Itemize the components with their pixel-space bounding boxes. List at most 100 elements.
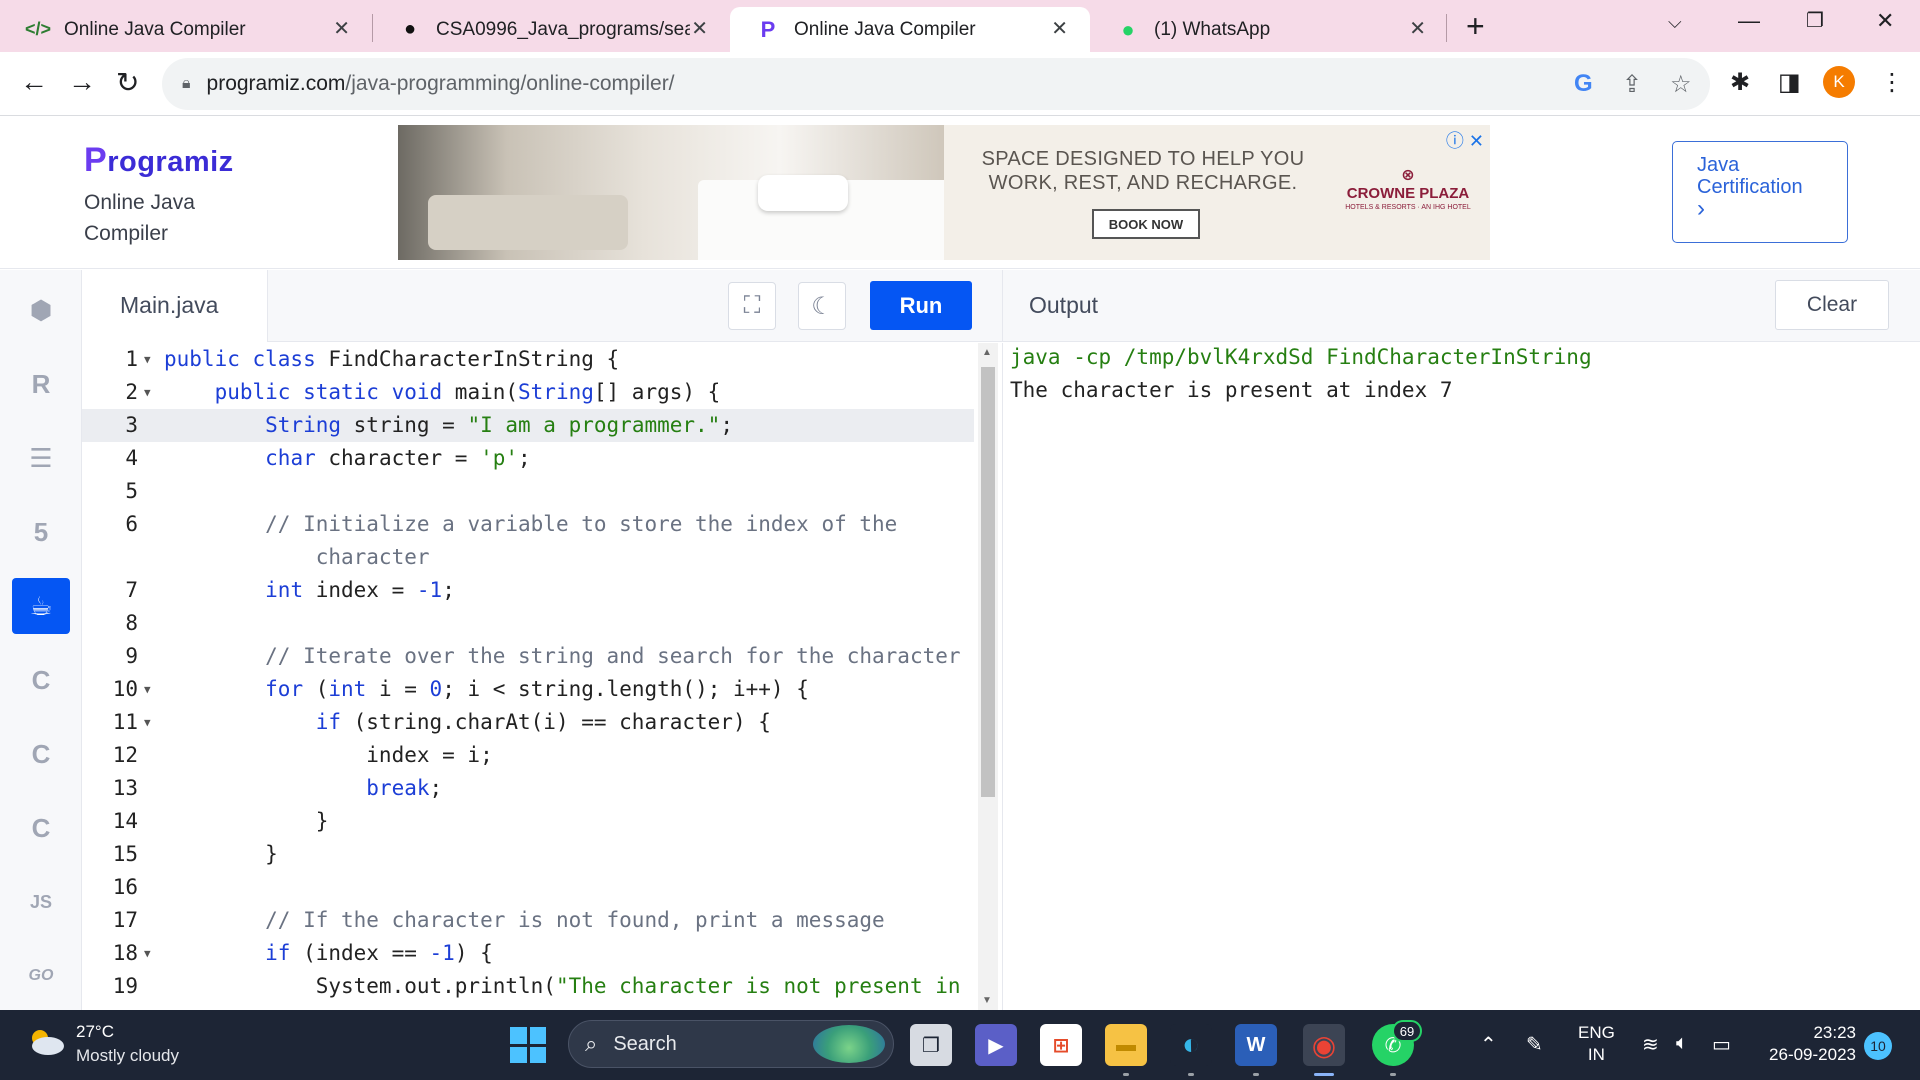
- reload-icon[interactable]: ↻: [116, 66, 139, 99]
- chrome-icon[interactable]: ◉: [1303, 1024, 1345, 1076]
- ad-brand-mark-icon: ⊗: [1401, 167, 1415, 184]
- browser-toolbar: ← → ↻ 🔒︎ programiz.com/java-programming/…: [0, 52, 1920, 116]
- battery-icon[interactable]: ▭: [1712, 1032, 1731, 1057]
- advertisement-banner[interactable]: SPACE DESIGNED TO HELP YOU WORK, REST, A…: [398, 125, 1490, 260]
- code-line-active: 3 String string = "I am a programmer.";: [82, 409, 974, 442]
- programiz-logo[interactable]: Programiz: [84, 141, 234, 180]
- new-tab-icon[interactable]: +: [1466, 8, 1485, 45]
- code-line: 4 char character = 'p';: [125, 446, 531, 470]
- side-panel-icon[interactable]: ◨: [1778, 68, 1801, 97]
- ad-pillow: [758, 175, 848, 211]
- forward-arrow-icon[interactable]: →: [68, 66, 96, 98]
- code-line: 1 ▼ public class FindCharacterInString {: [125, 347, 620, 371]
- system-clock[interactable]: 23:23 26-09-2023: [1760, 1022, 1856, 1066]
- tab-title: (1) WhatsApp: [1154, 18, 1271, 40]
- tab-search-chevron-icon[interactable]: ⌵: [1668, 12, 1682, 33]
- code-line: 19 System.out.println("The character is …: [112, 974, 961, 998]
- search-icon: ⌕: [585, 1031, 598, 1056]
- menu-kebab-icon[interactable]: ⋮: [1880, 68, 1904, 97]
- close-tab-icon[interactable]: ✕: [1409, 16, 1426, 41]
- wifi-icon[interactable]: ≋: [1642, 1032, 1659, 1057]
- output-result: The character is present at index 7: [1010, 378, 1453, 402]
- notification-count-badge[interactable]: 10: [1864, 1032, 1892, 1060]
- taskbar-search[interactable]: ⌕ Search: [568, 1020, 894, 1068]
- back-arrow-icon[interactable]: ←: [20, 66, 48, 98]
- share-icon[interactable]: ⇪: [1622, 70, 1642, 99]
- show-hidden-icons-chevron-icon[interactable]: ⌃: [1480, 1032, 1497, 1057]
- code-line: 8: [125, 611, 138, 635]
- ad-book-now-button[interactable]: BOOK NOW: [1092, 209, 1200, 239]
- cloudy-weather-icon[interactable]: [26, 1026, 66, 1056]
- teams-chat-icon[interactable]: ▶: [975, 1024, 1017, 1066]
- tab-whatsapp[interactable]: ● (1) WhatsApp ✕: [1090, 7, 1448, 52]
- ad-info-close-icon[interactable]: ⓘ ✕: [1446, 127, 1484, 153]
- editor-scrollbar[interactable]: ▲ ▼: [978, 343, 998, 1010]
- output-header: Output Clear: [1002, 270, 1920, 342]
- input-language-indicator[interactable]: ENG IN: [1578, 1022, 1615, 1066]
- close-tab-icon[interactable]: ✕: [333, 16, 350, 41]
- csharp-icon[interactable]: C: [12, 800, 70, 856]
- volume-icon[interactable]: 🔈︎: [1676, 1032, 1688, 1055]
- extensions-puzzle-icon[interactable]: ✱: [1730, 68, 1750, 97]
- close-tab-icon[interactable]: ✕: [691, 16, 708, 41]
- word-icon[interactable]: W: [1235, 1024, 1277, 1076]
- code-line: 7 int index = -1;: [125, 578, 455, 602]
- code-line: 15 }: [112, 842, 278, 866]
- fullscreen-icon[interactable]: ⛶: [728, 282, 776, 330]
- js-icon[interactable]: JS: [12, 874, 70, 930]
- code-editor[interactable]: 1 ▼ public class FindCharacterInString { 2…: [82, 343, 1002, 1010]
- weather-temperature[interactable]: 27°C: [76, 1022, 114, 1042]
- weather-description[interactable]: Mostly cloudy: [76, 1046, 179, 1066]
- pen-icon[interactable]: ✎: [1526, 1032, 1543, 1057]
- sql-icon[interactable]: ☰: [12, 430, 70, 486]
- tab-online-java-compiler-active[interactable]: P Online Java Compiler ✕: [730, 7, 1090, 52]
- code-line: 17 // If the character is not found, pri…: [112, 908, 885, 932]
- python-icon[interactable]: ⬢: [12, 282, 70, 338]
- minimize-icon[interactable]: —: [1738, 8, 1760, 34]
- clear-button[interactable]: Clear: [1775, 280, 1889, 330]
- r-icon[interactable]: R: [12, 356, 70, 412]
- google-lens-icon[interactable]: G: [1574, 70, 1593, 98]
- tab-title: CSA0996_Java_programs/search: [436, 18, 690, 40]
- url-text[interactable]: programiz.com/java-programming/online-co…: [207, 72, 675, 96]
- windows-start-icon[interactable]: [510, 1027, 546, 1063]
- profile-avatar[interactable]: K: [1823, 66, 1855, 98]
- ad-tagline: SPACE DESIGNED TO HELP YOU WORK, REST, A…: [981, 148, 1305, 194]
- dark-mode-moon-icon[interactable]: ☾: [798, 282, 846, 330]
- java-certification-link[interactable]: Java Certification ›: [1672, 141, 1848, 243]
- ad-brand-logo: ⊗ CROWNE PLAZA HOTELS & RESORTS · AN IHG…: [1338, 165, 1478, 211]
- code-line: 2 ▼ public static void main(String[] args…: [125, 380, 721, 404]
- restore-icon[interactable]: ❐: [1806, 8, 1824, 33]
- tab-github-search[interactable]: ● CSA0996_Java_programs/search ✕: [372, 7, 730, 52]
- scroll-down-arrow-icon[interactable]: ▼: [982, 995, 992, 1006]
- close-tab-icon[interactable]: ✕: [1051, 16, 1068, 41]
- scroll-up-arrow-icon[interactable]: ▲: [982, 347, 992, 358]
- tab-title: Online Java Compiler: [794, 18, 976, 40]
- page-subtitle: Online Java Compiler: [84, 191, 195, 245]
- ad-hotel-photo: [398, 125, 944, 260]
- address-bar[interactable]: 🔒︎ programiz.com/java-programming/online…: [162, 58, 1710, 110]
- code-line: 11 ▼ if (string.charAt(i) == character) {: [112, 710, 771, 734]
- code-line: 5: [125, 479, 138, 503]
- tab-online-java-compiler-1[interactable]: </> Online Java Compiler ✕: [0, 7, 372, 52]
- file-tab-main-java[interactable]: Main.java: [82, 270, 268, 342]
- c-icon[interactable]: C: [12, 652, 70, 708]
- cert-line2: Certification: [1697, 176, 1803, 198]
- bookmark-star-icon[interactable]: ☆: [1670, 70, 1692, 99]
- go-icon[interactable]: GO: [12, 948, 70, 1004]
- java-icon[interactable]: ☕︎: [12, 578, 70, 634]
- close-window-icon[interactable]: ✕: [1876, 8, 1894, 34]
- cpp-icon[interactable]: C: [12, 726, 70, 782]
- output-console[interactable]: java -cp /tmp/bvlK4rxdSd FindCharacterIn…: [1002, 343, 1920, 1010]
- html5-icon[interactable]: 5: [12, 504, 70, 560]
- scrollbar-thumb[interactable]: [981, 367, 995, 797]
- task-view-icon[interactable]: ❐: [910, 1024, 952, 1066]
- run-button[interactable]: Run: [870, 281, 972, 330]
- code-line: 18 ▼ if (index == -1) {: [112, 941, 493, 965]
- edge-browser-icon[interactable]: ◐: [1170, 1024, 1212, 1076]
- lock-icon[interactable]: 🔒︎: [182, 75, 191, 93]
- code-line: 16: [112, 875, 138, 899]
- clock-date: 26-09-2023: [1769, 1045, 1856, 1064]
- file-explorer-icon[interactable]: ▬: [1105, 1024, 1147, 1076]
- microsoft-store-icon[interactable]: ⊞: [1040, 1024, 1082, 1066]
